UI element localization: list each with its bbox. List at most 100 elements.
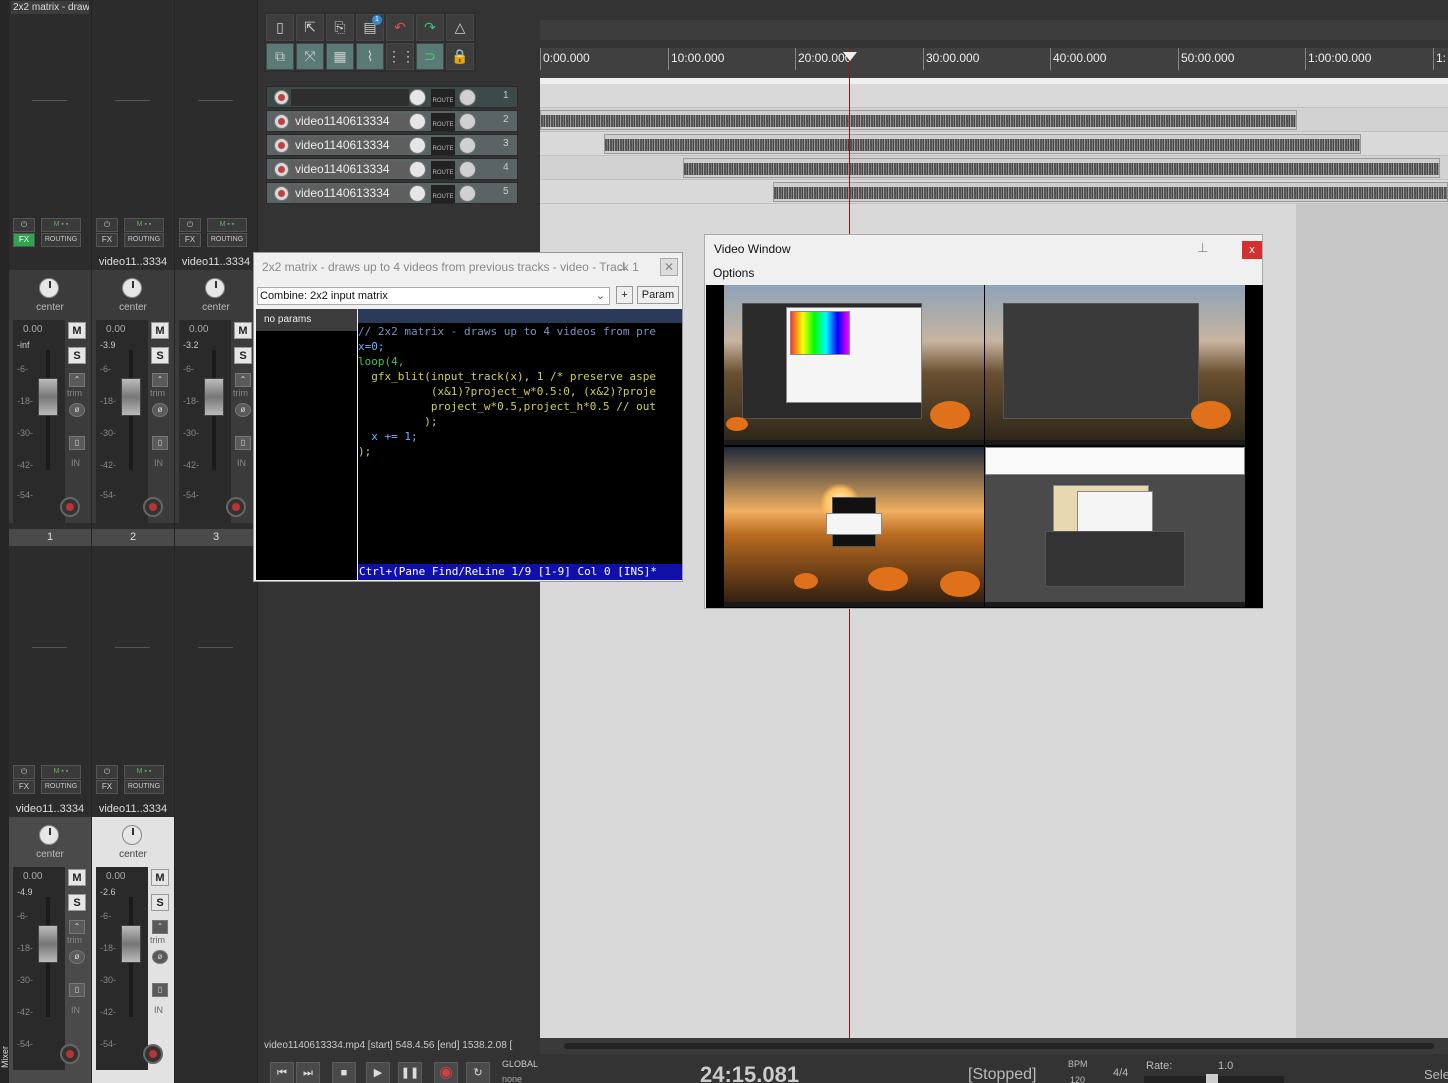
param-button[interactable]: Param <box>637 286 679 304</box>
phase-icon[interactable]: ø <box>69 950 85 964</box>
redo-icon[interactable]: ↷ <box>416 14 444 41</box>
pin-icon[interactable]: ⊥ <box>618 259 628 273</box>
pan-knob[interactable] <box>459 113 476 130</box>
track-name[interactable]: video1140613334 <box>291 161 409 178</box>
solo-button[interactable]: S <box>151 894 169 911</box>
envelope-points-icon[interactable]: ⌇ <box>356 43 384 70</box>
monitor-icon[interactable]: ▯ <box>69 436 85 450</box>
playhead-marker-icon[interactable] <box>843 52 857 61</box>
volume-fader[interactable] <box>204 378 224 416</box>
pan-knob[interactable] <box>122 825 142 845</box>
route-button[interactable]: ROUTE <box>431 89 455 107</box>
media-item[interactable] <box>773 182 1448 202</box>
record-arm-button[interactable] <box>226 497 246 517</box>
track-row[interactable]: video1140613334 ROUTE 3 <box>266 134 518 156</box>
routing-button[interactable]: ROUTING <box>41 233 81 247</box>
track-name[interactable]: video1140613334 <box>291 113 409 130</box>
time-display[interactable]: 24:15.081 <box>700 1062 799 1083</box>
track-name[interactable] <box>291 89 409 106</box>
automation-icon[interactable]: ⌃ <box>69 373 85 387</box>
solo-button[interactable]: S <box>151 347 169 364</box>
snap-icon[interactable]: ⊃ <box>416 43 444 70</box>
volume-fader[interactable] <box>121 378 141 416</box>
monitor-icon[interactable]: ▯ <box>152 983 168 997</box>
pan-knob[interactable] <box>459 89 476 106</box>
route-button[interactable]: ROUTE <box>431 161 455 179</box>
fx-button[interactable]: FX <box>96 233 118 247</box>
stop-icon[interactable]: ■ <box>332 1062 356 1083</box>
ripple-edit-icon[interactable]: ⤧ <box>296 43 324 70</box>
track-row[interactable]: ROUTE 1 <box>266 86 518 108</box>
record-arm-button[interactable] <box>274 162 289 177</box>
volume-fader[interactable] <box>121 925 141 963</box>
media-item[interactable] <box>683 158 1440 178</box>
track-row[interactable]: video1140613334 ROUTE 4 <box>266 158 518 180</box>
power-icon[interactable]: ⏻ <box>13 765 35 779</box>
automation-icon[interactable]: ⌃ <box>152 920 168 934</box>
pan-knob[interactable] <box>459 161 476 178</box>
solo-button[interactable]: S <box>68 347 86 364</box>
volume-knob[interactable] <box>409 185 426 202</box>
route-button[interactable]: ROUTE <box>431 137 455 155</box>
volume-knob[interactable] <box>409 113 426 130</box>
record-icon[interactable]: ◉ <box>434 1062 458 1083</box>
power-icon[interactable]: ⏻ <box>96 765 118 779</box>
volume-fader[interactable] <box>38 378 58 416</box>
automation-icon[interactable]: ⌃ <box>235 373 251 387</box>
record-arm-button[interactable] <box>143 497 163 517</box>
lock-icon[interactable]: 🔒 <box>446 43 474 70</box>
record-arm-button[interactable] <box>60 497 80 517</box>
open-project-icon[interactable]: ⇱ <box>296 14 324 41</box>
track-name[interactable]: video1140613334 <box>291 185 409 202</box>
undo-icon[interactable]: ↶ <box>386 14 414 41</box>
fx-button[interactable]: FX <box>13 780 35 794</box>
power-icon[interactable]: ⏻ <box>13 218 35 232</box>
pan-knob[interactable] <box>122 278 142 298</box>
route-button[interactable]: ROUTE <box>431 185 455 203</box>
monitor-icon[interactable]: ▯ <box>235 436 251 450</box>
track-lane[interactable] <box>540 156 1448 180</box>
options-menu[interactable]: Options <box>713 266 754 280</box>
routing-button[interactable]: ROUTING <box>41 780 81 794</box>
media-item[interactable] <box>604 134 1361 154</box>
project-settings-icon[interactable]: ▤ 1 <box>356 14 384 41</box>
pin-icon[interactable]: ⊥ <box>1197 240 1208 256</box>
pan-knob[interactable] <box>459 185 476 202</box>
item-grouping-icon[interactable]: ▦ <box>326 43 354 70</box>
pan-knob[interactable] <box>39 825 59 845</box>
fx-button[interactable]: FX <box>96 780 118 794</box>
routing-button[interactable]: ROUTING <box>124 233 164 247</box>
pan-knob[interactable] <box>39 278 59 298</box>
save-project-icon[interactable]: ⎘ <box>326 14 354 41</box>
track-lane[interactable] <box>540 132 1448 156</box>
track-lane[interactable] <box>540 108 1448 132</box>
new-project-icon[interactable]: ▯ <box>266 14 294 41</box>
bpm-value[interactable]: 120 <box>1070 1075 1085 1083</box>
add-button[interactable]: + <box>616 286 633 304</box>
mute-button[interactable]: M <box>234 322 252 339</box>
route-button[interactable]: ROUTE <box>431 113 455 131</box>
pan-knob[interactable] <box>205 278 225 298</box>
mute-button[interactable]: M <box>68 322 86 339</box>
phase-icon[interactable]: ø <box>152 950 168 964</box>
track-row[interactable]: video1140613334 ROUTE 2 <box>266 110 518 132</box>
record-arm-button[interactable] <box>143 1044 163 1064</box>
automation-icon[interactable]: ⌃ <box>69 920 85 934</box>
rate-slider-handle[interactable] <box>1206 1074 1218 1083</box>
pan-knob[interactable] <box>459 137 476 154</box>
grid-icon[interactable]: ⋮⋮ <box>386 43 415 70</box>
phase-icon[interactable]: ø <box>69 403 85 417</box>
record-arm-button[interactable] <box>274 186 289 201</box>
pause-icon[interactable]: ❚❚ <box>398 1062 422 1083</box>
global-automation-label[interactable]: GLOBAL <box>502 1059 538 1069</box>
go-to-start-icon[interactable]: ⏮ <box>270 1062 294 1083</box>
track-lane[interactable] <box>540 84 1448 108</box>
power-icon[interactable]: ⏻ <box>179 218 201 232</box>
volume-knob[interactable] <box>409 161 426 178</box>
monitor-icon[interactable]: ▯ <box>69 983 85 997</box>
combine-mode-select[interactable]: Combine: 2x2 input matrix ⌄ <box>257 287 610 305</box>
automation-icon[interactable]: ⌃ <box>152 373 168 387</box>
go-to-end-icon[interactable]: ⏭ <box>296 1062 320 1083</box>
volume-knob[interactable] <box>409 137 426 154</box>
solo-button[interactable]: S <box>68 894 86 911</box>
